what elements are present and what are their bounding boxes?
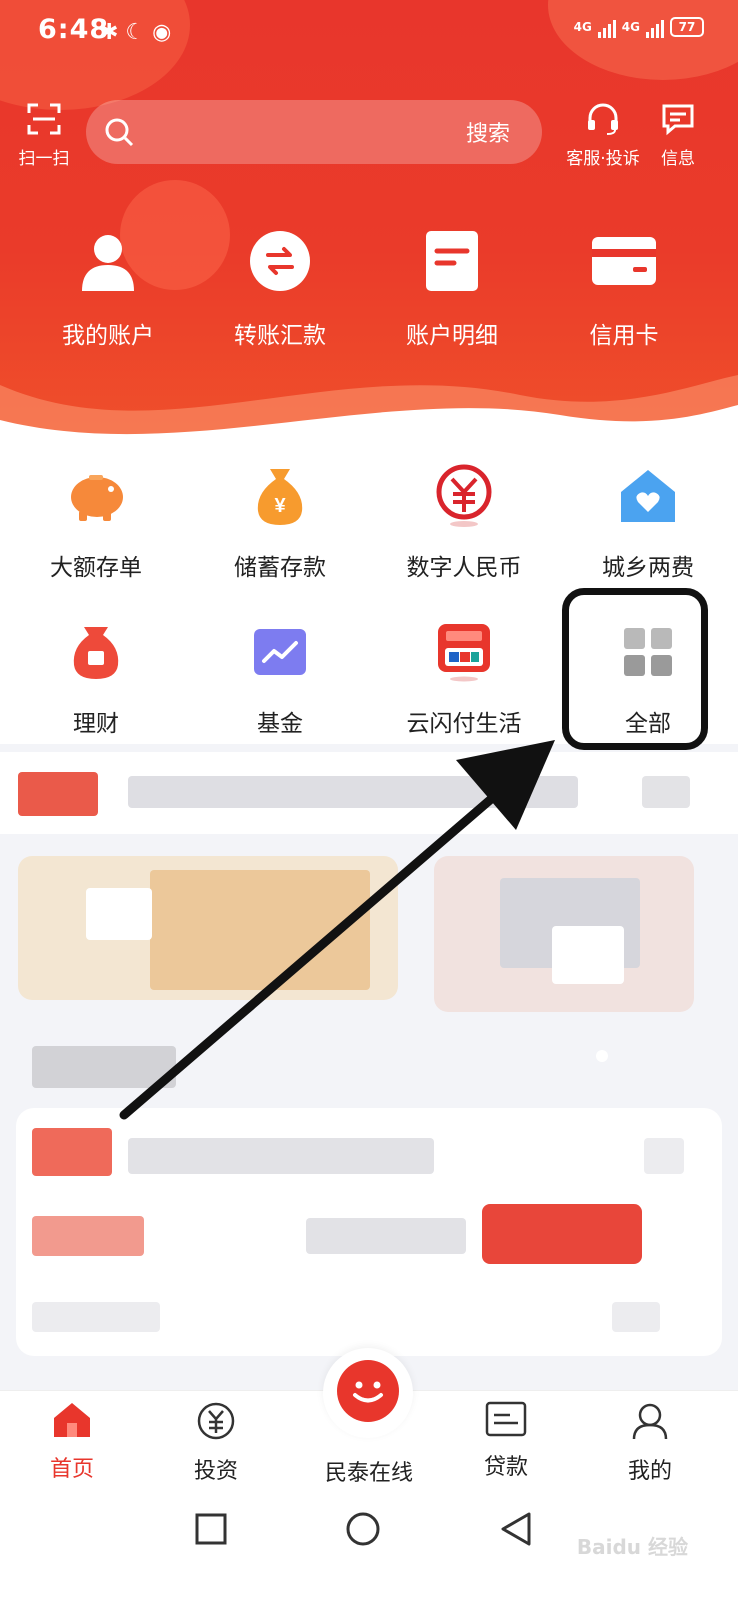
system-nav-bar: Baidu 经验 bbox=[0, 1500, 738, 1600]
profile-icon bbox=[632, 1403, 668, 1440]
recent-apps-icon[interactable] bbox=[194, 1512, 228, 1546]
loan-card-icon bbox=[485, 1401, 527, 1437]
back-icon[interactable] bbox=[498, 1510, 534, 1548]
nav-loan[interactable]: 贷款 bbox=[456, 1401, 556, 1481]
nav-home[interactable]: 首页 bbox=[22, 1401, 122, 1483]
chat-smile-glyph bbox=[353, 1381, 383, 1403]
home-circle-icon[interactable] bbox=[344, 1510, 382, 1548]
watermark: Baidu 经验 bbox=[576, 1535, 688, 1559]
home-icon bbox=[54, 1403, 90, 1437]
nav-label: 民泰在线 bbox=[324, 1461, 413, 1486]
nav-label: 我的 bbox=[627, 1459, 672, 1484]
nav-label: 首页 bbox=[49, 1457, 94, 1482]
nav-mine[interactable]: 我的 bbox=[600, 1401, 700, 1485]
yuan-circle-icon bbox=[197, 1402, 235, 1440]
online-chat-button[interactable] bbox=[323, 1348, 413, 1438]
chat-smile-icon bbox=[337, 1360, 399, 1422]
nav-label: 贷款 bbox=[483, 1455, 528, 1480]
nav-online[interactable]: 民泰在线 bbox=[310, 1447, 428, 1487]
nav-label: 投资 bbox=[193, 1459, 238, 1484]
nav-invest[interactable]: 投资 bbox=[166, 1401, 266, 1485]
